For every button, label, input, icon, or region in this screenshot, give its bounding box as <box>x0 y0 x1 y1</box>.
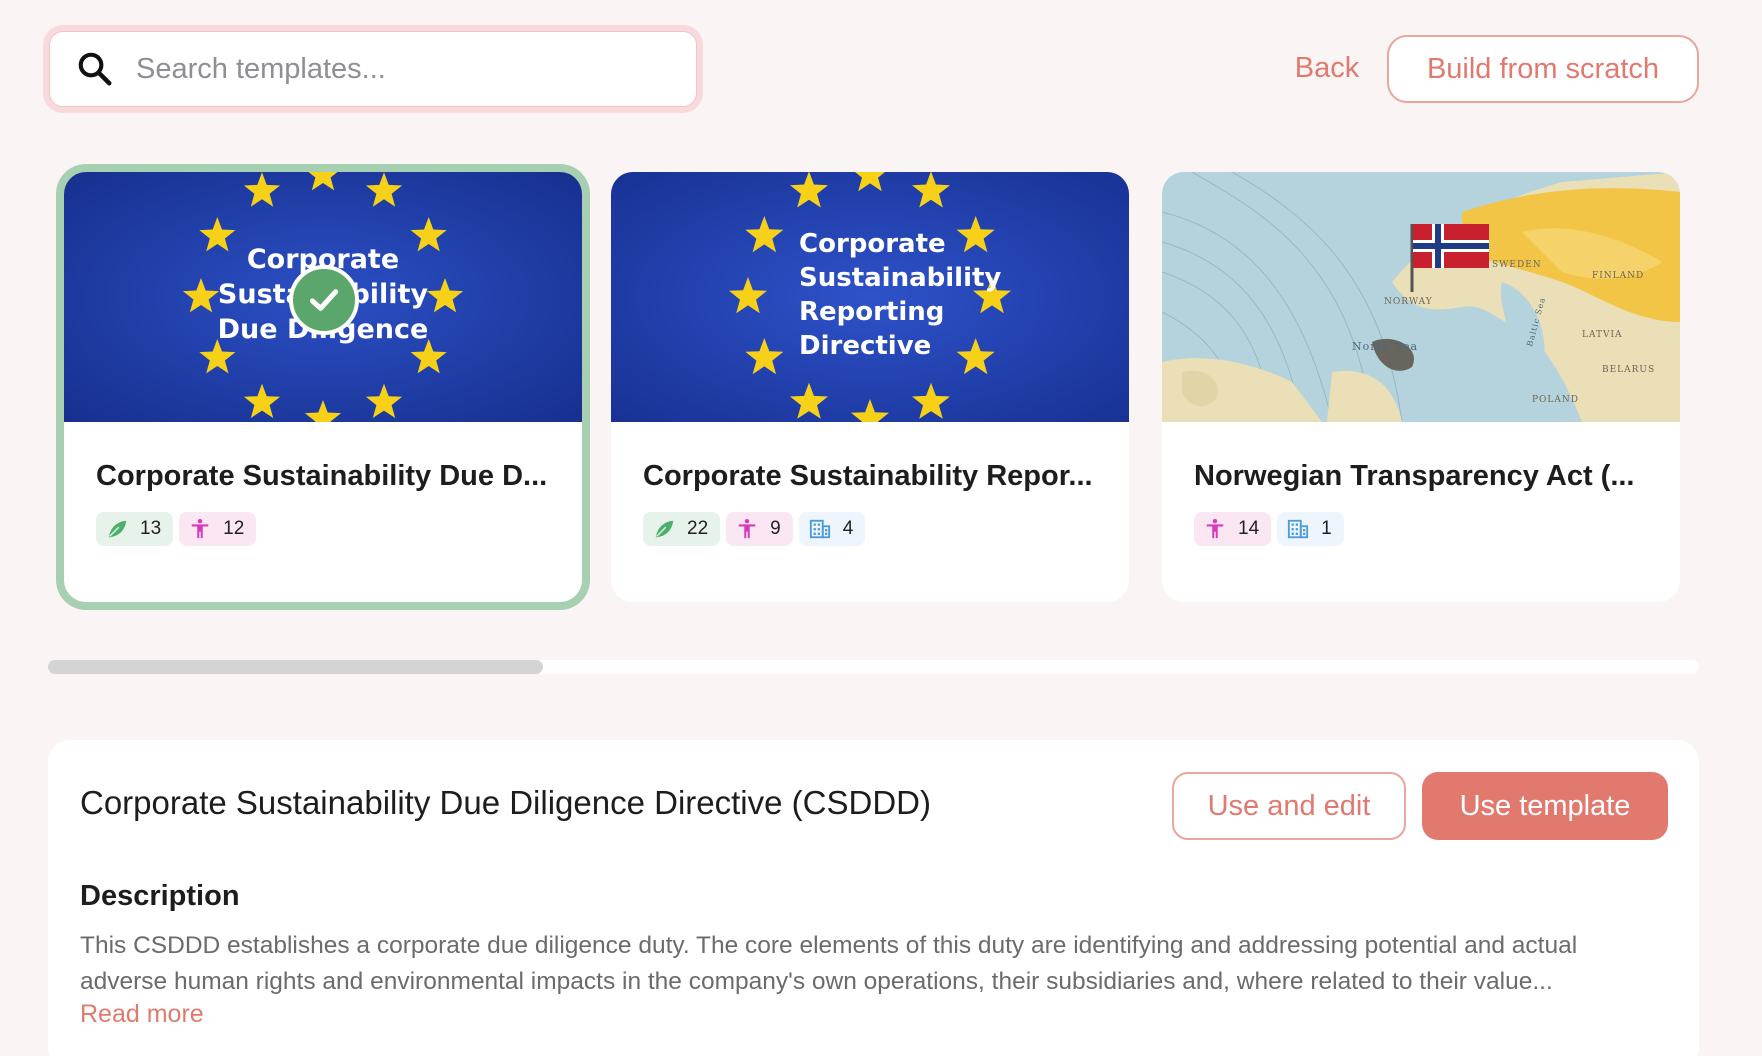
map-label: SWEDEN <box>1492 260 1542 270</box>
environment-tag: 22 <box>643 512 721 546</box>
card-title: Norwegian Transparency Act (... <box>1194 460 1635 492</box>
search-container <box>43 25 703 113</box>
person-icon <box>738 519 756 539</box>
map-label: NORWAY <box>1384 297 1433 307</box>
social-tag: 14 <box>1194 512 1272 546</box>
building-icon <box>1288 519 1309 539</box>
search-icon <box>78 52 112 86</box>
template-card-csddd[interactable]: Corporate Sustainability Due Diligence C… <box>64 172 582 602</box>
card-tags: 14 1 <box>1194 512 1344 546</box>
use-template-button[interactable]: Use template <box>1422 772 1668 840</box>
use-and-edit-button[interactable]: Use and edit <box>1172 772 1406 840</box>
environment-count: 13 <box>140 518 162 539</box>
card-tags: 13 12 <box>96 512 257 546</box>
social-count: 9 <box>770 518 781 539</box>
card-tags: 22 9 4 <box>643 512 866 546</box>
template-details-panel: Corporate Sustainability Due Diligence D… <box>48 740 1699 1056</box>
building-icon <box>809 519 830 539</box>
map-label: BELARUS <box>1602 365 1655 375</box>
social-tag: 9 <box>726 512 793 546</box>
card-title: Corporate Sustainability Repor... <box>643 460 1093 492</box>
template-card-csrd[interactable]: Corporate Sustainability Reporting Direc… <box>611 172 1129 602</box>
search-box[interactable] <box>49 31 697 107</box>
cards-scrollbar[interactable] <box>48 660 1699 674</box>
back-button[interactable]: Back <box>1262 34 1392 102</box>
details-title: Corporate Sustainability Due Diligence D… <box>80 784 931 821</box>
build-from-scratch-button[interactable]: Build from scratch <box>1387 35 1699 103</box>
scrollbar-thumb[interactable] <box>48 660 544 674</box>
environment-count: 22 <box>687 518 709 539</box>
description-text: This CSDDD establishes a corporate due d… <box>80 932 1578 995</box>
description-heading: Description <box>80 880 240 912</box>
selected-check-icon <box>289 265 359 335</box>
read-more-link[interactable]: Read more <box>80 1000 204 1029</box>
map-label: FINLAND <box>1592 271 1644 281</box>
card-image-text: Reporting <box>799 297 944 327</box>
leaf-icon <box>108 520 127 538</box>
governance-count: 1 <box>1321 518 1332 539</box>
environment-tag: 13 <box>96 512 174 546</box>
map-label: North Sea <box>1352 340 1418 353</box>
person-icon <box>1206 519 1224 539</box>
governance-tag: 4 <box>798 512 866 546</box>
card-image-text: Corporate <box>799 229 946 259</box>
template-picker: Back Build from scratch Corporate Sustai… <box>0 0 1762 1056</box>
social-count: 12 <box>223 518 245 539</box>
governance-tag: 1 <box>1277 512 1344 546</box>
card-image-text: Directive <box>799 331 931 361</box>
search-input[interactable] <box>136 52 656 86</box>
card-image-map: NORWAY North Sea FINLAND SWEDEN LATVIA B… <box>1162 172 1680 422</box>
map-label: LATVIA <box>1582 330 1623 340</box>
leaf-icon <box>655 520 674 538</box>
card-image-text: Sustainability <box>799 263 1001 293</box>
governance-count: 4 <box>842 518 854 539</box>
card-image-eu-flag: Corporate Sustainability Reporting Direc… <box>611 172 1129 422</box>
card-image-eu-flag: Corporate Sustainability Due Diligence <box>64 172 582 422</box>
template-card-norwegian-transparency[interactable]: NORWAY North Sea FINLAND SWEDEN LATVIA B… <box>1162 172 1680 602</box>
map-label: POLAND <box>1532 395 1579 405</box>
social-tag: 12 <box>179 512 257 546</box>
card-title: Corporate Sustainability Due D... <box>96 460 548 492</box>
person-icon <box>191 519 209 539</box>
social-count: 14 <box>1238 518 1260 539</box>
